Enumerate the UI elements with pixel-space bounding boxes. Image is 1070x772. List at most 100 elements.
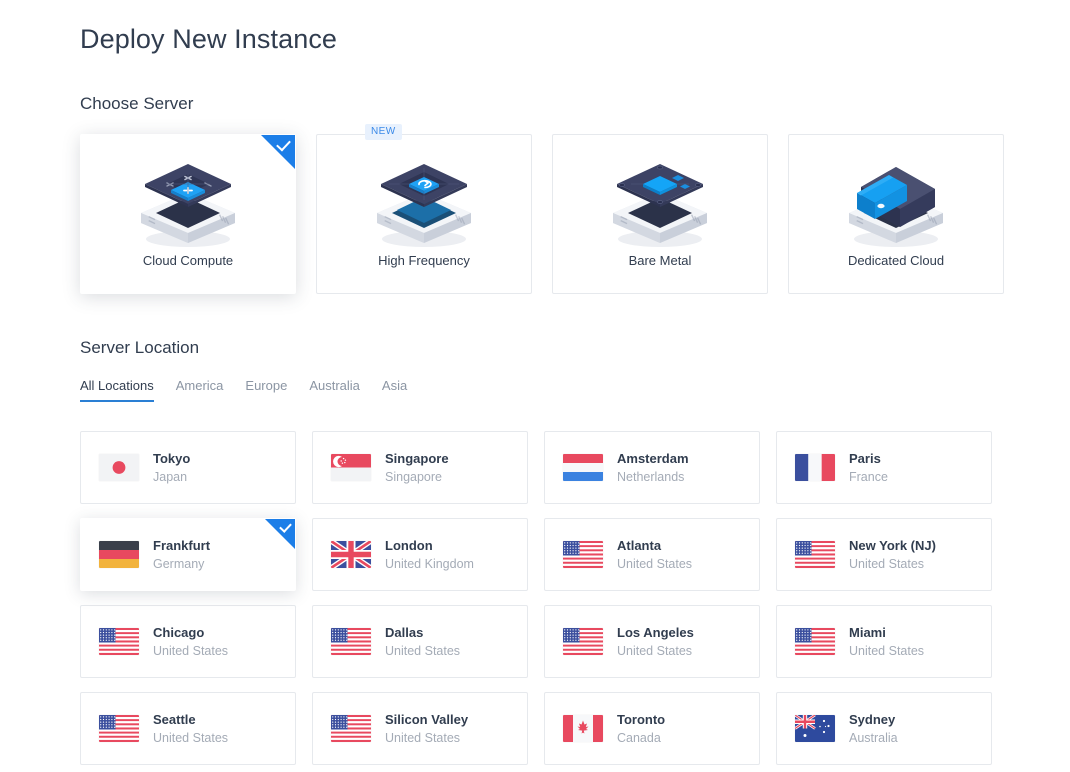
location-city: Seattle bbox=[153, 711, 196, 727]
location-country: United States bbox=[849, 643, 925, 658]
location-text: Singapore Singapore bbox=[385, 451, 449, 485]
location-card[interactable]: Los Angeles United States bbox=[544, 605, 760, 678]
location-card[interactable]: London United Kingdom bbox=[312, 518, 528, 591]
server-card[interactable]: Bare Metal bbox=[552, 134, 768, 294]
location-city: Tokyo bbox=[153, 450, 191, 466]
location-text: New York (NJ) United States bbox=[849, 538, 936, 572]
server-card-label: High Frequency bbox=[378, 253, 470, 268]
location-tab[interactable]: America bbox=[176, 378, 224, 402]
location-country: Canada bbox=[617, 730, 661, 745]
location-card[interactable]: Frankfurt Germany bbox=[80, 518, 296, 591]
location-card[interactable]: Sydney Australia bbox=[776, 692, 992, 765]
location-card[interactable]: New York (NJ) United States bbox=[776, 518, 992, 591]
server-card-grid: Cloud Compute NEW High Frequency Bare Me… bbox=[80, 124, 1004, 294]
location-city: Toronto bbox=[617, 711, 666, 727]
location-country: Japan bbox=[153, 469, 188, 484]
location-tab[interactable]: All Locations bbox=[80, 378, 154, 402]
location-card[interactable]: Chicago United States bbox=[80, 605, 296, 678]
location-city: Los Angeles bbox=[617, 624, 694, 640]
location-city: Paris bbox=[849, 450, 881, 466]
flag-us-icon bbox=[331, 628, 371, 655]
location-text: Toronto Canada bbox=[617, 712, 665, 746]
location-text: Sydney Australia bbox=[849, 712, 898, 746]
choose-server-heading: Choose Server bbox=[80, 94, 194, 113]
server-location-heading: Server Location bbox=[80, 338, 200, 357]
flag-sg-icon bbox=[331, 454, 371, 481]
location-country: United States bbox=[385, 730, 461, 745]
server-card-label: Bare Metal bbox=[628, 253, 692, 268]
location-text: Seattle United States bbox=[153, 712, 228, 746]
location-card[interactable]: Miami United States bbox=[776, 605, 992, 678]
location-city: Sydney bbox=[849, 711, 896, 727]
flag-us-icon bbox=[99, 715, 139, 742]
deploy-page: Deploy New Instance Choose Server Cloud … bbox=[0, 0, 1070, 765]
location-text: Tokyo Japan bbox=[153, 451, 190, 485]
location-tab[interactable]: Europe bbox=[245, 378, 287, 402]
location-city: Silicon Valley bbox=[385, 711, 469, 727]
location-country: Germany bbox=[153, 556, 205, 571]
location-country: United States bbox=[617, 556, 693, 571]
location-text: Dallas United States bbox=[385, 625, 460, 659]
flag-jp-icon bbox=[99, 454, 139, 481]
location-text: Frankfurt Germany bbox=[153, 538, 210, 572]
server-card[interactable]: Cloud Compute bbox=[80, 134, 296, 294]
location-country: United States bbox=[385, 643, 461, 658]
location-card[interactable]: Tokyo Japan bbox=[80, 431, 296, 504]
server-card-label: Dedicated Cloud bbox=[847, 253, 945, 268]
location-city: Chicago bbox=[153, 624, 205, 640]
location-card-grid: Tokyo Japan Singapore Singapore Amsterda… bbox=[80, 431, 992, 765]
flag-us-icon bbox=[795, 541, 835, 568]
location-city: Amsterdam bbox=[617, 450, 689, 466]
location-text: Paris France bbox=[849, 451, 888, 485]
location-country: United Kingdom bbox=[385, 556, 474, 571]
location-country: Singapore bbox=[385, 469, 442, 484]
location-card[interactable]: Atlanta United States bbox=[544, 518, 760, 591]
location-card[interactable]: Silicon Valley United States bbox=[312, 692, 528, 765]
location-country: United States bbox=[617, 643, 693, 658]
server-card[interactable]: NEW High Frequency bbox=[316, 124, 532, 294]
selected-check-icon bbox=[261, 135, 295, 169]
flag-us-icon bbox=[563, 541, 603, 568]
location-city: Atlanta bbox=[617, 537, 662, 553]
location-country: Australia bbox=[849, 730, 898, 745]
page-title: Deploy New Instance bbox=[80, 24, 338, 54]
server-card[interactable]: Dedicated Cloud bbox=[788, 134, 1004, 294]
location-card[interactable]: Paris France bbox=[776, 431, 992, 504]
location-text: Los Angeles United States bbox=[617, 625, 694, 659]
location-tab[interactable]: Australia bbox=[309, 378, 360, 402]
location-text: London United Kingdom bbox=[385, 538, 474, 572]
new-badge: NEW bbox=[365, 124, 402, 140]
high-frequency-art bbox=[359, 143, 489, 251]
location-tabs: All Locations America Europe Australia Asia bbox=[80, 378, 990, 403]
location-country: Netherlands bbox=[617, 469, 685, 484]
location-card[interactable]: Singapore Singapore bbox=[312, 431, 528, 504]
flag-us-icon bbox=[563, 628, 603, 655]
flag-de-icon bbox=[99, 541, 139, 568]
server-card-label: Cloud Compute bbox=[142, 253, 234, 268]
location-text: Atlanta United States bbox=[617, 538, 692, 572]
cloud-compute-art bbox=[123, 143, 253, 251]
location-city: London bbox=[385, 537, 433, 553]
location-country: France bbox=[849, 469, 888, 484]
location-text: Silicon Valley United States bbox=[385, 712, 468, 746]
location-city: Miami bbox=[849, 624, 886, 640]
location-card[interactable]: Dallas United States bbox=[312, 605, 528, 678]
location-text: Amsterdam Netherlands bbox=[617, 451, 689, 485]
location-country: United States bbox=[153, 730, 229, 745]
flag-ca-icon bbox=[563, 715, 603, 742]
flag-fr-icon bbox=[795, 454, 835, 481]
location-country: United States bbox=[849, 556, 925, 571]
bare-metal-art bbox=[595, 143, 725, 251]
flag-au-icon bbox=[795, 715, 835, 742]
location-city: New York (NJ) bbox=[849, 537, 936, 553]
flag-us-icon bbox=[795, 628, 835, 655]
location-card[interactable]: Toronto Canada bbox=[544, 692, 760, 765]
location-country: United States bbox=[153, 643, 229, 658]
flag-nl-icon bbox=[563, 454, 603, 481]
location-card[interactable]: Amsterdam Netherlands bbox=[544, 431, 760, 504]
location-card[interactable]: Seattle United States bbox=[80, 692, 296, 765]
location-city: Frankfurt bbox=[153, 537, 211, 553]
location-tab[interactable]: Asia bbox=[382, 378, 407, 402]
location-city: Dallas bbox=[385, 624, 424, 640]
selected-check-icon bbox=[265, 519, 295, 549]
